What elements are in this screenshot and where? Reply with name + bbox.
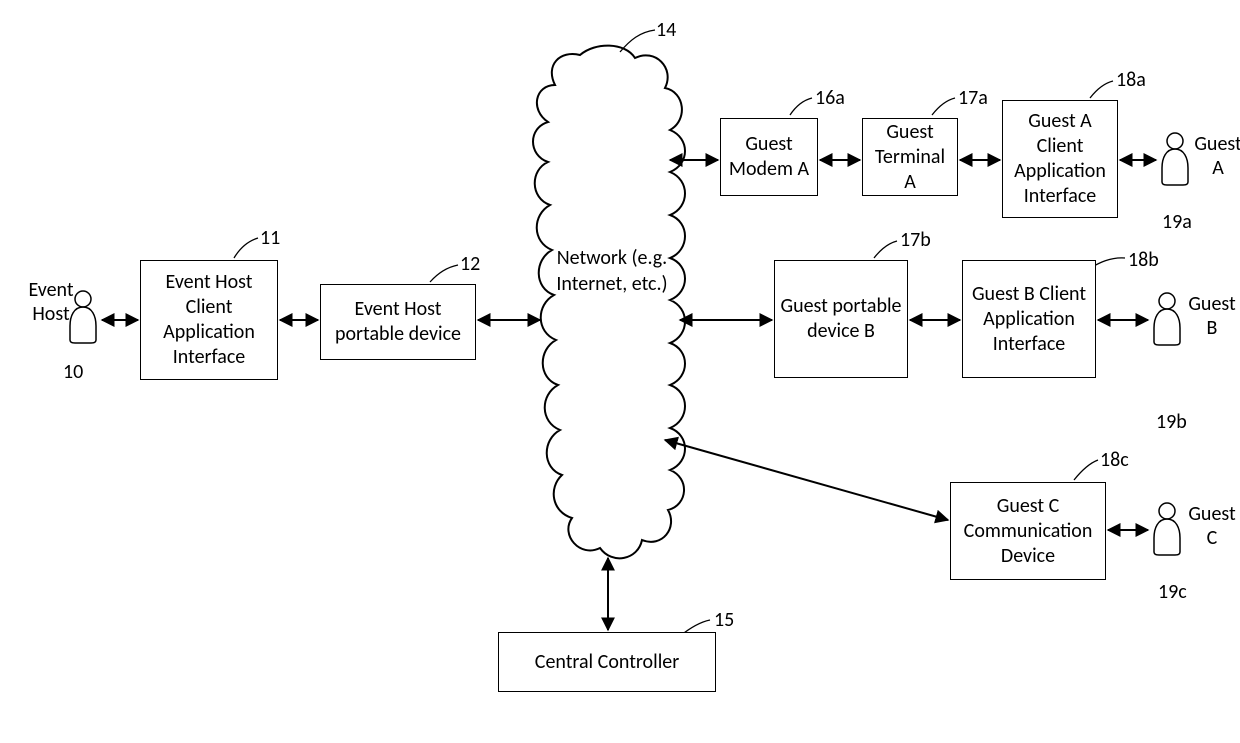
box-guest-a-interface: Guest A Client Application Interface	[1002, 100, 1118, 218]
label-guest-a: Guest A	[1194, 132, 1240, 180]
box-guest-c-device: Guest C Communication Device	[950, 482, 1106, 580]
ref-guest-portable-b: 17b	[900, 228, 931, 252]
box-event-host-device: Event Host portable device	[320, 284, 476, 360]
ref-event-host: 10	[63, 360, 83, 384]
network-cloud	[533, 46, 685, 559]
diagram-stage: Network (e.g. Internet, etc.) Event Host…	[0, 0, 1240, 743]
ref-guest-c-device: 18c	[1100, 448, 1129, 472]
ref-event-host-interface: 11	[260, 226, 280, 250]
ref-guest-modem-a: 16a	[815, 86, 845, 110]
ref-guest-c-person: 19c	[1158, 580, 1187, 604]
ref-network: 14	[656, 18, 676, 42]
person-icon-guest-a	[1162, 133, 1188, 185]
label-guest-b: Guest B	[1188, 292, 1236, 340]
ref-guest-b-person: 19b	[1156, 410, 1187, 434]
ref-event-host-device: 12	[460, 252, 480, 276]
network-label: Network (e.g. Internet, etc.)	[552, 245, 672, 297]
box-guest-b-interface: Guest B Client Application Interface	[962, 260, 1096, 378]
person-icon-guest-c	[1154, 503, 1180, 555]
ref-central-controller: 15	[714, 608, 734, 632]
box-guest-terminal-a: Guest Terminal A	[862, 118, 958, 196]
label-guest-c: Guest C	[1188, 502, 1236, 550]
ref-guest-b-interface: 18b	[1128, 248, 1159, 272]
ref-guest-a-interface: 18a	[1116, 68, 1146, 92]
box-event-host-interface: Event Host Client Application Interface	[140, 260, 278, 380]
ref-guest-terminal-a: 17a	[958, 86, 988, 110]
person-icon-guest-b	[1154, 293, 1180, 345]
ref-guest-a-person: 19a	[1162, 210, 1192, 234]
box-guest-modem-a: Guest Modem A	[720, 118, 818, 196]
box-central-controller: Central Controller	[498, 632, 716, 692]
label-event-host: Event Host	[24, 278, 78, 326]
box-guest-portable-b: Guest portable device B	[774, 260, 908, 378]
